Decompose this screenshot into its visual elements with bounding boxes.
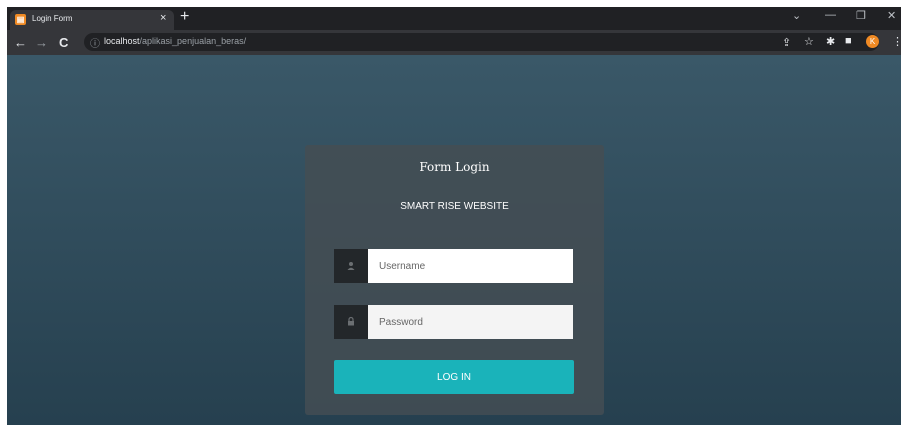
site-subtitle: SMART RISE WEBSITE [400,201,509,212]
minimize-icon[interactable]: — [825,9,836,21]
tab-login-form[interactable]: ▤ Login Form × [10,10,174,30]
reload-icon[interactable]: C [59,35,68,50]
menu-icon[interactable]: ⋮ [892,35,901,48]
address-bar[interactable]: ⓘ localhost/aplikasi_penjualan_beras/ ⇪ … [84,33,879,51]
url-host: localhost [104,36,140,46]
form-title: Form Login [419,160,490,174]
tab-title: Login Form [32,14,73,23]
tab-search-icon[interactable]: ⌄ [792,9,801,22]
password-row [334,305,574,339]
back-icon[interactable]: ← [14,35,27,50]
extensions-icon[interactable]: ✱ [826,35,835,48]
restore-icon[interactable]: ❐ [856,9,866,22]
share-icon[interactable]: ⇪ [782,36,791,49]
side-panel-icon[interactable]: ■ [845,35,852,47]
username-row [334,249,574,283]
site-info-icon[interactable]: ⓘ [90,35,100,50]
tab-close-button[interactable]: × [160,12,166,24]
username-input[interactable] [368,249,573,283]
url-path: /aplikasi_penjualan_beras/ [139,36,247,46]
profile-avatar[interactable]: K [866,35,879,48]
document-icon: ▤ [15,14,26,25]
page-viewport: Form Login SMART RISE WEBSITE Username L… [7,55,901,425]
login-card: Form Login SMART RISE WEBSITE Username L… [305,145,604,415]
bookmark-star-icon[interactable]: ☆ [804,35,814,48]
user-icon [334,249,368,283]
login-button[interactable]: LOG IN [334,360,574,394]
password-input[interactable] [368,305,573,339]
lock-icon [334,305,368,339]
url-text[interactable]: localhost/aplikasi_penjualan_beras/ [104,36,246,46]
tab-strip: ▤ Login Form × + ⌄ — ❐ ✕ [7,7,901,30]
new-tab-button[interactable]: + [180,8,189,26]
close-window-icon[interactable]: ✕ [887,9,896,22]
browser-toolbar: ← → C ⓘ localhost/aplikasi_penjualan_ber… [7,30,901,55]
forward-icon[interactable]: → [35,35,48,50]
browser-window: ▤ Login Form × + ⌄ — ❐ ✕ ← → C ⓘ localho… [7,7,901,425]
